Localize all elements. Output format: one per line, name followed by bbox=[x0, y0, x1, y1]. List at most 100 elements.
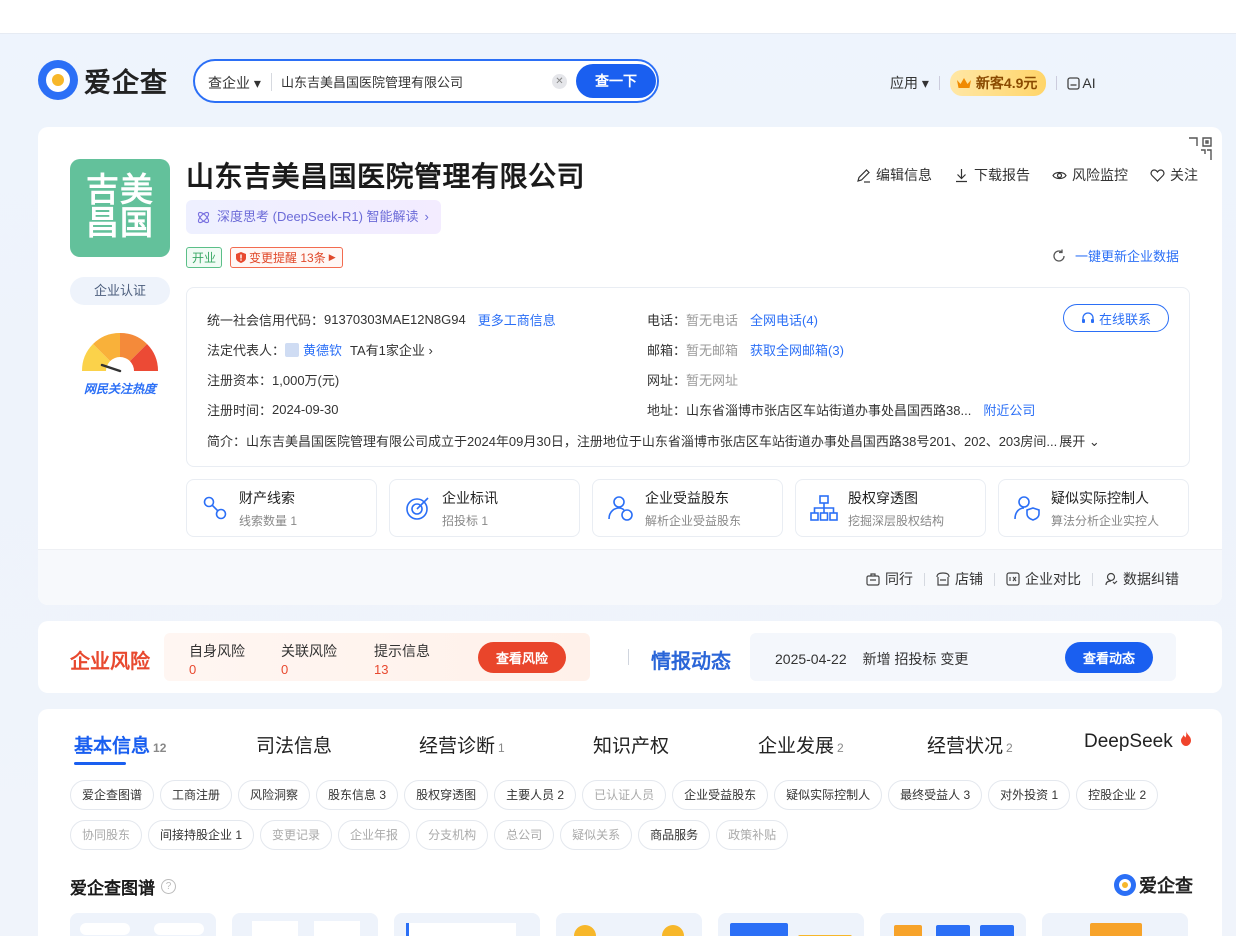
apps-menu[interactable]: 应用 ▾ bbox=[890, 73, 929, 93]
sub-nav-chip[interactable]: 最终受益人 3 bbox=[888, 780, 983, 810]
certify-button[interactable]: 企业认证 bbox=[70, 277, 170, 305]
legal-rep-companies-link[interactable]: TA有1家企业 › bbox=[350, 340, 433, 359]
feature-title: 疑似实际控制人 bbox=[1051, 489, 1149, 506]
search-divider bbox=[271, 73, 272, 91]
graph-thumbnail[interactable] bbox=[232, 913, 378, 936]
status-badges: 开业 变更提醒 13条 ▶ bbox=[186, 247, 343, 268]
sub-nav-chip[interactable]: 变更记录 bbox=[260, 820, 333, 850]
risk-item-self[interactable]: 自身风险 0 bbox=[189, 641, 245, 677]
graph-thumbnail[interactable] bbox=[394, 913, 540, 936]
sub-nav-chip[interactable]: 主要人员 2 bbox=[494, 780, 577, 810]
ai-button[interactable]: AI bbox=[1067, 75, 1096, 91]
tab-development[interactable]: 企业发展 2 bbox=[758, 731, 844, 758]
risk-item-related[interactable]: 关联风险 0 bbox=[281, 641, 337, 677]
sub-nav-chip[interactable]: 企业受益股东 bbox=[672, 780, 769, 810]
site-logo[interactable]: 爱企查 bbox=[38, 60, 168, 100]
feature-card-controller[interactable]: 疑似实际控制人 算法分析企业实控人 bbox=[998, 479, 1189, 537]
tab-deepseek[interactable]: DeepSeek bbox=[1084, 731, 1192, 753]
feature-cards: 财产线索 线索数量 1 企业标讯 招投标 1 企业受益股东 解析企业受益股东 股权穿透… bbox=[186, 479, 1189, 537]
pencil-icon bbox=[857, 168, 870, 183]
sub-nav-chips: 爱企查图谱 工商注册 风险洞察 股东信息 3 股权穿透图 主要人员 2 已认证人员 企业受益股… bbox=[70, 780, 1200, 860]
follow-button[interactable]: 关注 bbox=[1150, 165, 1198, 185]
graph-thumbnail[interactable] bbox=[70, 913, 216, 936]
sub-nav-chip[interactable]: 企业年报 bbox=[338, 820, 411, 850]
online-contact-button[interactable]: 在线联系 bbox=[1063, 304, 1169, 332]
sub-nav-chip[interactable]: 已认证人员 bbox=[582, 780, 667, 810]
risk-item-tips[interactable]: 提示信息 13 bbox=[374, 641, 430, 677]
sub-nav-chip[interactable]: 股东信息 3 bbox=[316, 780, 399, 810]
compare-button[interactable]: 企业对比 bbox=[1006, 569, 1081, 589]
nearby-companies-link[interactable]: 附近公司 bbox=[983, 400, 1035, 419]
tab-business-diagnosis[interactable]: 经营诊断 1 bbox=[419, 731, 505, 758]
view-intel-button[interactable]: 查看动态 bbox=[1065, 642, 1153, 673]
address-row: 地址： 山东省淄博市张店区车站街道办事处昌国西路38... 附近公司 bbox=[647, 400, 1035, 419]
expand-intro-button[interactable]: 展开 ⌄ bbox=[1059, 431, 1100, 450]
help-icon[interactable]: ? bbox=[161, 879, 176, 894]
all-phones-link[interactable]: 全网电话(4) bbox=[750, 310, 818, 329]
tab-basic-info[interactable]: 基本信息 12 bbox=[74, 731, 166, 765]
sub-nav-chip[interactable]: 间接持股企业 1 bbox=[148, 820, 255, 850]
deepseek-analysis-tag[interactable]: 深度思考 (DeepSeek-R1) 智能解读 › bbox=[186, 200, 441, 234]
legal-rep-label: 法定代表人： bbox=[207, 343, 286, 358]
sub-nav-chip[interactable]: 爱企查图谱 bbox=[70, 780, 155, 810]
sub-nav-chip[interactable]: 股权穿透图 bbox=[404, 780, 489, 810]
download-report-button[interactable]: 下载报告 bbox=[954, 165, 1030, 185]
refresh-data-button[interactable]: 一键更新企业数据 bbox=[1052, 246, 1179, 265]
feature-card-equity[interactable]: 股权穿透图 挖掘深层股权结构 bbox=[795, 479, 986, 537]
compare-icon bbox=[1006, 572, 1020, 586]
clear-icon[interactable]: ✕ bbox=[552, 74, 567, 89]
headset-icon bbox=[1081, 312, 1094, 323]
search-type-select[interactable]: 查企业 ▾ bbox=[208, 73, 261, 93]
website-row: 网址： 暂无网址 bbox=[647, 370, 738, 389]
tab-judicial[interactable]: 司法信息 bbox=[256, 731, 332, 758]
legal-rep-name[interactable]: 黄德钦 bbox=[303, 340, 342, 359]
tab-operation[interactable]: 经营状况 2 bbox=[927, 731, 1013, 758]
qr-code-icon[interactable] bbox=[1188, 137, 1212, 161]
sub-nav-chip[interactable]: 风险洞察 bbox=[238, 780, 311, 810]
feature-card-property[interactable]: 财产线索 线索数量 1 bbox=[186, 479, 377, 537]
controller-icon bbox=[1014, 496, 1040, 521]
website-label: 网址： bbox=[647, 373, 687, 388]
risk-monitor-button[interactable]: 风险监控 bbox=[1052, 165, 1128, 185]
crown-icon bbox=[956, 78, 971, 88]
graph-thumbnail[interactable] bbox=[556, 913, 702, 936]
phone-label: 电话： bbox=[647, 313, 687, 328]
feature-card-bid[interactable]: 企业标讯 招投标 1 bbox=[389, 479, 580, 537]
sub-nav-chip[interactable]: 协同股东 bbox=[70, 820, 143, 850]
atom-icon bbox=[197, 211, 210, 223]
vip-badge[interactable]: 新客4.9元 bbox=[949, 70, 1047, 96]
all-emails-link[interactable]: 获取全网邮箱(3) bbox=[750, 340, 844, 359]
intel-title: 情报动态 bbox=[651, 651, 731, 673]
view-risk-button[interactable]: 查看风险 bbox=[478, 642, 566, 673]
peer-button[interactable]: 同行 bbox=[866, 569, 913, 589]
risk-box: 自身风险 0 关联风险 0 提示信息 13 查看风险 bbox=[164, 633, 590, 681]
graph-thumbnail[interactable] bbox=[880, 913, 1026, 936]
sub-nav-chip[interactable]: 工商注册 bbox=[160, 780, 233, 810]
capital-value: 1,000万(元) bbox=[272, 373, 340, 388]
refresh-icon bbox=[1053, 249, 1065, 262]
sub-nav-chip[interactable]: 对外投资 1 bbox=[988, 780, 1071, 810]
sub-nav-chip[interactable]: 控股企业 2 bbox=[1076, 780, 1159, 810]
address-label: 地址： bbox=[647, 403, 687, 418]
tool-divider bbox=[1092, 572, 1093, 586]
edit-info-button[interactable]: 编辑信息 bbox=[856, 165, 932, 185]
change-alert-badge[interactable]: 变更提醒 13条 ▶ bbox=[230, 247, 343, 268]
sub-nav-chip[interactable]: 政策补贴 bbox=[716, 820, 789, 850]
sub-nav-chip[interactable]: 分支机构 bbox=[416, 820, 489, 850]
chevron-right-icon: › bbox=[424, 209, 429, 224]
sub-nav-chip[interactable]: 疑似实际控制人 bbox=[774, 780, 883, 810]
graph-thumbnail[interactable] bbox=[1042, 913, 1188, 936]
search-input[interactable] bbox=[281, 69, 541, 93]
sub-nav-chip[interactable]: 商品服务 bbox=[638, 820, 711, 850]
more-biz-info-link[interactable]: 更多工商信息 bbox=[478, 310, 556, 329]
phone-row: 电话： 暂无电话 全网电话(4) bbox=[647, 310, 818, 329]
tab-ip[interactable]: 知识产权 bbox=[593, 731, 669, 758]
store-button[interactable]: 店铺 bbox=[936, 569, 983, 589]
data-correction-button[interactable]: 数据纠错 bbox=[1104, 569, 1179, 589]
sub-nav-chip[interactable]: 总公司 bbox=[494, 820, 555, 850]
search-button[interactable]: 查一下 bbox=[576, 64, 656, 98]
feature-card-beneficiary[interactable]: 企业受益股东 解析企业受益股东 bbox=[592, 479, 783, 537]
card-tools: 同行 店铺 企业对比 数据纠错 bbox=[866, 569, 1179, 589]
sub-nav-chip[interactable]: 疑似关系 bbox=[560, 820, 633, 850]
graph-thumbnail[interactable] bbox=[718, 913, 864, 936]
